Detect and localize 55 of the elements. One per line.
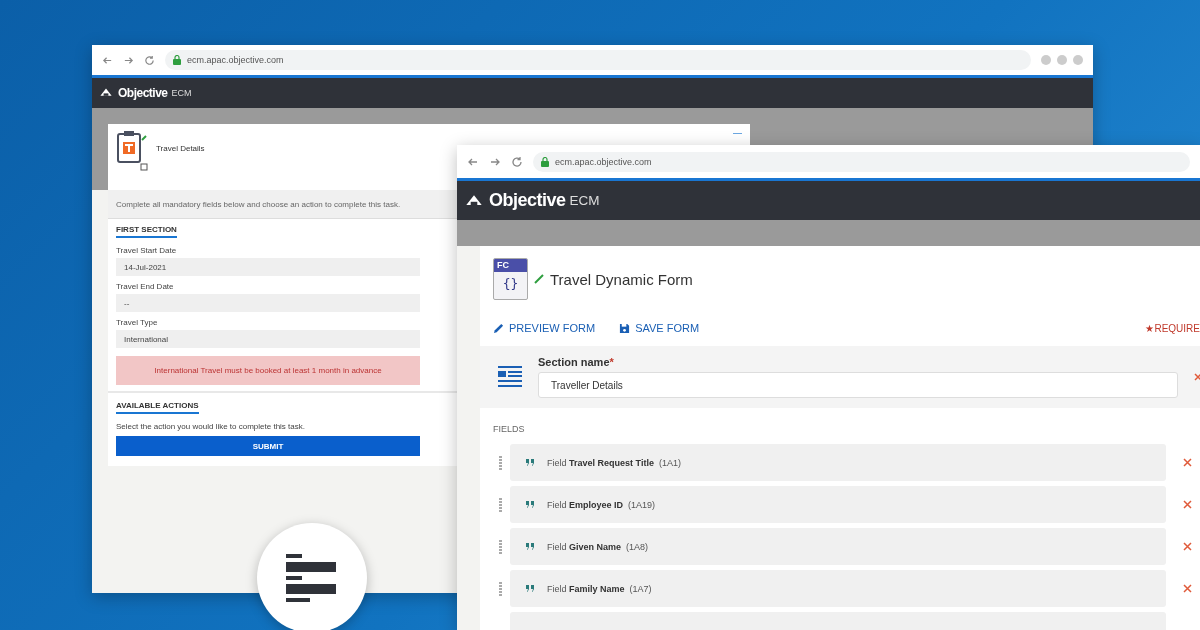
input-field[interactable]: International [116,330,420,348]
minimize-button[interactable]: — [733,128,742,138]
drag-handle-icon [499,539,502,554]
brand-name: Objective [118,86,168,100]
address-bar[interactable]: ecm.apac.objective.com [555,156,652,167]
save-icon [619,322,631,334]
clipboard-icon [116,130,150,172]
input-field[interactable]: 14-Jul-2021 [116,258,420,276]
drag-handle-icon [499,497,502,512]
task-title: Travel Details [156,144,205,153]
quote-icon [526,459,535,466]
save-button[interactable]: SAVE FORM [619,322,700,334]
section-name-label: Section name* [538,356,615,368]
product-name: ECM [171,88,192,98]
field-label: Travel Type [116,318,158,327]
required-label: ★REQUIRE [1145,322,1200,334]
address-bar[interactable]: ecm.apac.objective.com [187,55,284,65]
delete-icon [1183,458,1192,467]
section-name-field[interactable]: Traveller Details [538,372,1178,398]
form-title: Travel Dynamic Form [550,270,693,288]
logo-icon [98,87,114,99]
drag-handle-icon [499,455,502,470]
window-controls [1041,55,1083,65]
warning-message: International Travel must be booked at least 1 month in advance [116,356,420,385]
delete-icon [1183,584,1192,593]
lock-icon [173,55,181,65]
input-field[interactable]: -- [116,294,420,312]
drag-handle-icon [499,581,502,596]
lock-icon [541,156,549,167]
product-name: ECM [569,193,600,208]
quote-icon [526,501,535,508]
reload-icon [511,155,523,168]
actions-hint: Select the action you would like to complete this task. [116,422,305,431]
delete-icon [1183,500,1192,509]
brand-name: Objective [489,190,566,211]
pencil-icon [534,274,544,284]
section-title: FIRST SECTION [116,225,177,238]
list-icon [498,366,522,388]
submit-button[interactable]: SUBMIT [116,436,420,456]
field-item[interactable]: Field Travel Request Title (1A1) [510,444,1166,481]
field-item[interactable]: Field Employee ID (1A19) [510,486,1166,523]
quote-icon [526,543,535,550]
preview-button[interactable]: PREVIEW FORM [493,322,596,334]
quote-icon [526,585,535,592]
pencil-icon [493,322,504,334]
field-item[interactable]: Field Given Name (1A8) [510,528,1166,565]
form-icon: FC {} [493,258,528,300]
field-label: Travel End Date [116,282,174,291]
section-title: AVAILABLE ACTIONS [116,401,199,414]
field-item[interactable]: Field Family Name (1A7) [510,570,1166,607]
reload-icon [144,54,155,66]
fields-heading: FIELDS [492,423,526,436]
delete-icon [1183,542,1192,551]
close-icon [1194,372,1200,382]
field-label: Travel Start Date [116,246,177,255]
